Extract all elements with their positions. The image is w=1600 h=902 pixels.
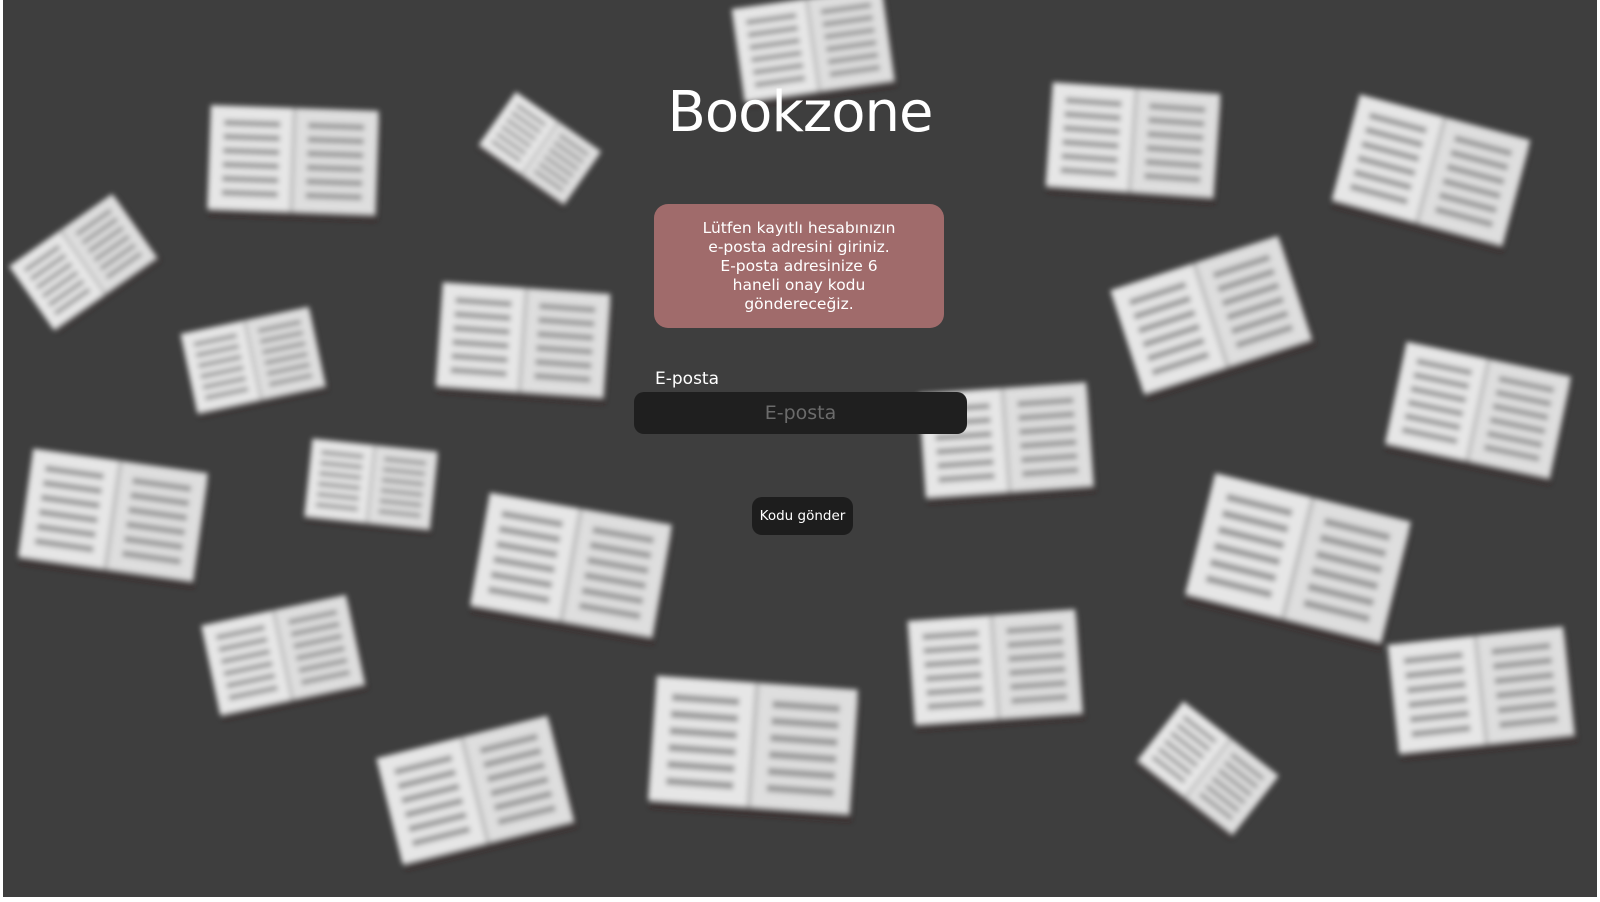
info-message-text: Lütfen kayıtlı hesabınızın e-posta adres… <box>702 218 896 313</box>
send-code-button[interactable]: Kodu gönder <box>752 497 853 535</box>
email-input[interactable] <box>634 392 967 434</box>
info-message-box: Lütfen kayıtlı hesabınızın e-posta adres… <box>654 204 944 328</box>
email-label: E-posta <box>655 369 720 389</box>
app-screen: Bookzone Lütfen kayıtlı hesabınızın e-po… <box>3 0 1597 897</box>
app-logo-title: Bookzone <box>667 80 934 145</box>
reset-password-panel: Bookzone Lütfen kayıtlı hesabınızın e-po… <box>3 0 1597 897</box>
